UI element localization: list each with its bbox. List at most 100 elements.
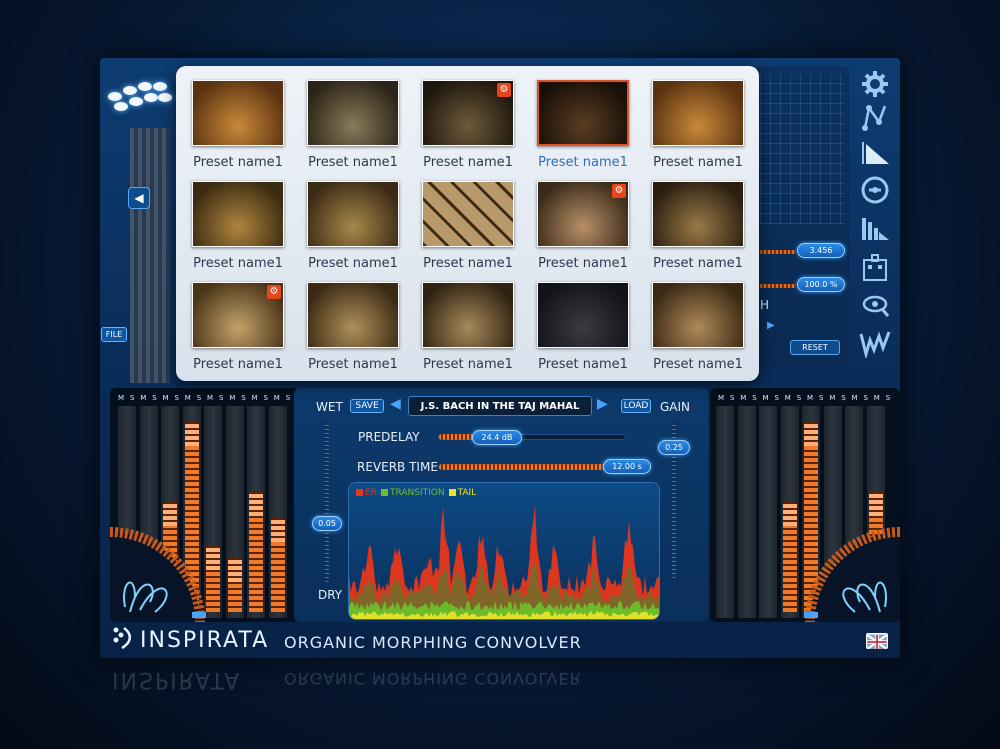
meter-header-label: M [140,394,148,402]
preset-item[interactable]: ⚙ Preset name1 [192,282,284,372]
load-button[interactable]: LOAD [621,399,651,413]
param2-track[interactable] [760,284,796,288]
predelay-slider[interactable] [438,434,626,440]
preset-item[interactable]: Preset name1 [192,181,284,271]
meter-header-label: M [162,394,170,402]
preset-label: Preset name1 [653,256,743,271]
background-photo-strip [130,128,170,383]
meter-peak-bar [270,518,285,542]
meter-header-label: M [718,394,726,402]
meter-header-label: S [796,394,803,402]
side-toolbar [855,66,895,366]
meter-peak-bar [804,422,818,446]
legend-swatch [448,489,456,496]
meter-column [759,406,777,618]
meter-header-label: S [152,394,158,402]
preset-label: Preset name1 [193,357,283,372]
reflection: INSPIRATA ORGANIC MORPHING CONVOLVER [100,660,900,749]
wet-dry-value[interactable]: 0.05 [312,516,342,531]
output-meters: MSMSMSMSMSMSMSMS [710,388,900,622]
preset-item[interactable]: Preset name1 [422,181,514,271]
right-meter-fan-icon [804,527,900,622]
preset-item[interactable]: Preset name1 [537,80,629,170]
preset-label: Preset name1 [423,155,513,170]
preset-item[interactable]: Preset name1 [192,80,284,170]
node-graph-icon[interactable] [858,102,892,134]
meter-header-label: S [885,394,892,402]
meter-header: MSMSMSMSMSMSMSMS [116,394,294,404]
gain-value[interactable]: 0.25 [658,440,690,455]
preset-thumbnail [307,80,399,146]
input-meters: MSMSMSMSMSMSMSMS [110,388,300,622]
preset-item[interactable]: Preset name1 [422,282,514,372]
param1-value[interactable]: 3.456 [797,243,845,258]
preset-thumbnail [307,181,399,247]
file-button[interactable]: FILE [101,327,127,342]
preset-thumbnail [422,282,514,348]
left-meter-fan-icon [110,527,206,622]
dry-label: DRY [318,588,343,602]
panel-play-icon[interactable]: ▶ [767,320,775,331]
ramp-icon[interactable] [858,136,892,168]
meter-header-label: M [762,394,770,402]
param2-value[interactable]: 100.0 % [797,277,845,292]
impulse-response-graph [348,482,660,620]
preset-settings-icon[interactable]: ⚙ [612,184,626,198]
preset-label: Preset name1 [653,155,743,170]
decay-bars-icon[interactable] [858,212,892,244]
save-button[interactable]: SAVE [350,399,384,413]
preset-label: Preset name1 [308,155,398,170]
preset-item[interactable]: Preset name1 [307,80,399,170]
preset-item[interactable]: Preset name1 [652,80,744,170]
preset-label: Preset name1 [193,155,283,170]
brand-tagline: ORGANIC MORPHING CONVOLVER [284,633,582,652]
preset-thumbnail [537,282,629,348]
preset-settings-icon[interactable]: ⚙ [497,83,511,97]
preset-label: Preset name1 [423,357,513,372]
current-preset-name[interactable]: J.S. BACH IN THE TAJ MAHAL [408,396,592,416]
uk-flag-icon[interactable] [866,633,888,650]
preset-item[interactable]: ⚙ Preset name1 [422,80,514,170]
meter-header-label: S [263,394,269,402]
preset-thumbnail [307,282,399,348]
gear-icon[interactable] [858,68,892,100]
preset-item[interactable]: Preset name1 [307,181,399,271]
meter-header-label: S [196,394,203,402]
legend-label: TRANSITION [389,488,445,498]
reverb-time-value[interactable]: 12.00 s [603,459,651,474]
preset-item[interactable]: Preset name1 [652,181,744,271]
legend-entry: TRANSITION [380,488,445,498]
brand-logo-icon [112,626,134,650]
meter-peak-bar [184,422,199,446]
brand-name: INSPIRATA [140,628,270,653]
meter-header-label: M [873,394,881,402]
preset-item[interactable]: Preset name1 [307,282,399,372]
previous-preset-icon[interactable]: ◀ [390,396,401,412]
legend-swatch [380,489,388,496]
preset-thumbnail [652,282,744,348]
reset-button[interactable]: RESET [790,340,840,355]
graph-legend: ER TRANSITION TAIL [356,488,476,498]
target-icon[interactable] [858,174,892,206]
param1-track[interactable] [760,250,796,254]
preset-item[interactable]: Preset name1 [537,282,629,372]
wet-dry-slider[interactable] [325,422,329,582]
back-arrow-icon[interactable]: ◀ [128,187,150,209]
meter-header-label: M [207,394,215,402]
next-preset-icon[interactable]: ▶ [597,396,608,412]
preset-item[interactable]: ⚙ Preset name1 [537,181,629,271]
meter-header-label: M [740,394,748,402]
building-icon[interactable] [858,252,892,284]
meter-header-label: S [285,394,292,402]
preset-browser-popup: Preset name1 Preset name1 ⚙ Preset name1 Pre… [176,66,759,381]
meter-column [737,406,756,618]
preset-item[interactable]: Preset name1 [652,282,744,372]
waveform-icon[interactable] [858,326,892,360]
microphone-icon[interactable] [858,290,892,322]
preset-settings-icon[interactable]: ⚙ [267,285,281,299]
menu-logo-icon[interactable] [108,80,172,114]
brand-tagline-reflection: ORGANIC MORPHING CONVOLVER [284,669,582,688]
preset-thumbnail: ⚙ [537,181,629,247]
predelay-value[interactable]: 24.4 dB [472,430,522,445]
wet-label: WET [316,400,343,414]
